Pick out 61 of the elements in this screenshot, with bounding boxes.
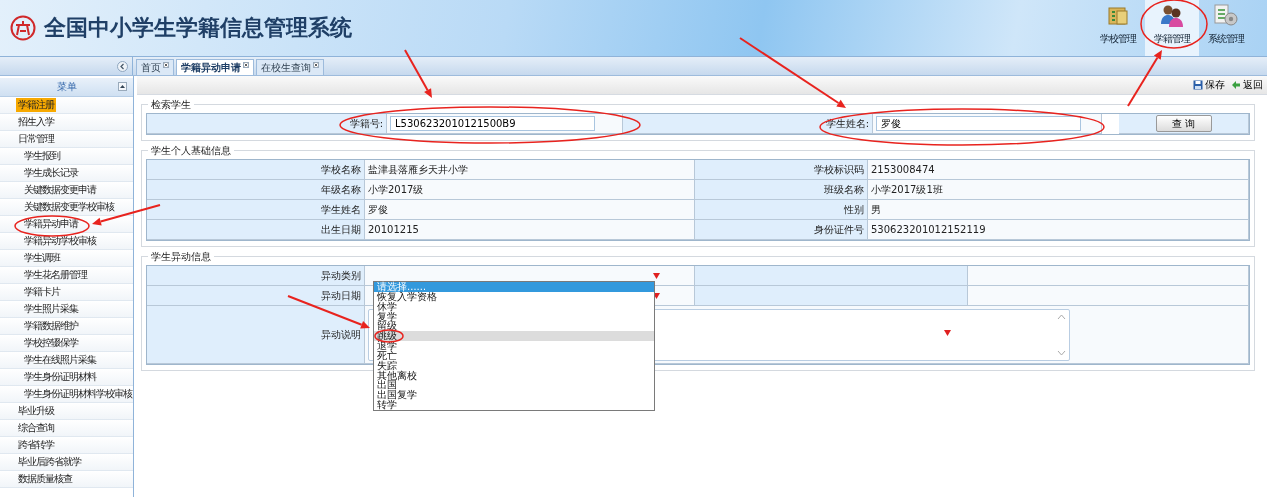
field-label: 学校标识码 — [814, 162, 864, 177]
app-title: 全国中小学生学籍信息管理系统 — [44, 13, 352, 42]
field-label: 学生姓名 — [321, 202, 361, 217]
nav-button[interactable]: 系统管理 — [1199, 0, 1253, 56]
dropdown-option[interactable]: 死亡 — [374, 350, 654, 361]
dropdown-option[interactable]: 失踪 — [374, 360, 654, 371]
field-value: 男 — [871, 202, 881, 217]
dropdown-option[interactable]: 留级 — [374, 321, 654, 332]
section-title: 学生异动信息 — [148, 250, 214, 264]
field-value: 2153008474 — [871, 164, 935, 175]
scroll-arrows-icon — [1057, 312, 1066, 357]
field-label: 学校名称 — [321, 162, 361, 177]
input-field[interactable]: L5306232010121500B9 — [390, 116, 595, 131]
close-icon — [163, 62, 169, 68]
field-label: 身份证件号 — [814, 222, 864, 237]
dropdown-option[interactable]: 出国复学 — [374, 390, 654, 401]
section-title: 检索学生 — [148, 98, 194, 112]
nav-button[interactable]: 学籍管理 — [1145, 0, 1199, 56]
field-label: 年级名称 — [321, 182, 361, 197]
tab[interactable]: 学籍异动申请 — [176, 59, 254, 75]
dropdown-option[interactable]: 跳级 — [374, 331, 654, 342]
field-label: 出生日期 — [321, 222, 361, 237]
field-label: 性别 — [844, 202, 864, 217]
collapse-icon[interactable] — [117, 60, 128, 72]
collapse-icon[interactable] — [118, 82, 127, 91]
dropdown-option[interactable]: 其他离校 — [374, 370, 654, 381]
field-value: 20101215 — [368, 224, 419, 235]
field-value: 盐津县落雁乡天井小学 — [368, 162, 468, 177]
annotation-arrow — [404, 49, 432, 98]
save-button[interactable]: 保存 — [1193, 78, 1225, 92]
field-value: 530623201012152119 — [871, 224, 986, 235]
close-icon — [243, 62, 249, 68]
back-button[interactable]: 返回 — [1231, 78, 1263, 92]
field-label: 异动说明 — [321, 327, 361, 342]
nav-button[interactable]: 学校管理 — [1091, 0, 1145, 56]
field-label: 学生姓名: — [825, 116, 869, 131]
dropdown-option[interactable]: 休学 — [374, 301, 654, 312]
gear-icon — [1213, 2, 1239, 28]
dropdown-option[interactable]: 出国 — [374, 380, 654, 391]
close-icon — [313, 62, 319, 68]
menu-title: 菜单 — [56, 80, 77, 94]
logo-icon — [10, 15, 36, 41]
section-title: 学生个人基础信息 — [148, 144, 234, 158]
field-label: 学籍号: — [349, 116, 383, 131]
dropdown-option[interactable]: 转学 — [374, 400, 654, 410]
back-icon — [1231, 80, 1241, 90]
save-icon — [1193, 80, 1203, 90]
tab[interactable]: 首页 — [136, 59, 174, 75]
annotation-arrow — [1127, 50, 1162, 107]
field-value: 小学2017级1班 — [871, 182, 943, 197]
field-label: 班级名称 — [824, 182, 864, 197]
field-label: 异动日期 — [321, 288, 361, 303]
tab[interactable]: 在校生查询 — [256, 59, 324, 75]
menu-item[interactable]: 学籍注册 — [16, 98, 56, 112]
field-value: 罗俊 — [368, 202, 388, 217]
field-value: 小学2017级 — [368, 182, 424, 197]
field-label: 异动类别 — [321, 268, 361, 283]
dropdown-option[interactable]: 恢复入学资格 — [374, 291, 654, 302]
dropdown-option[interactable]: 复学 — [374, 311, 654, 322]
query-button[interactable]: 查 询 — [1155, 115, 1212, 132]
input-field[interactable]: 罗俊 — [876, 116, 1081, 131]
